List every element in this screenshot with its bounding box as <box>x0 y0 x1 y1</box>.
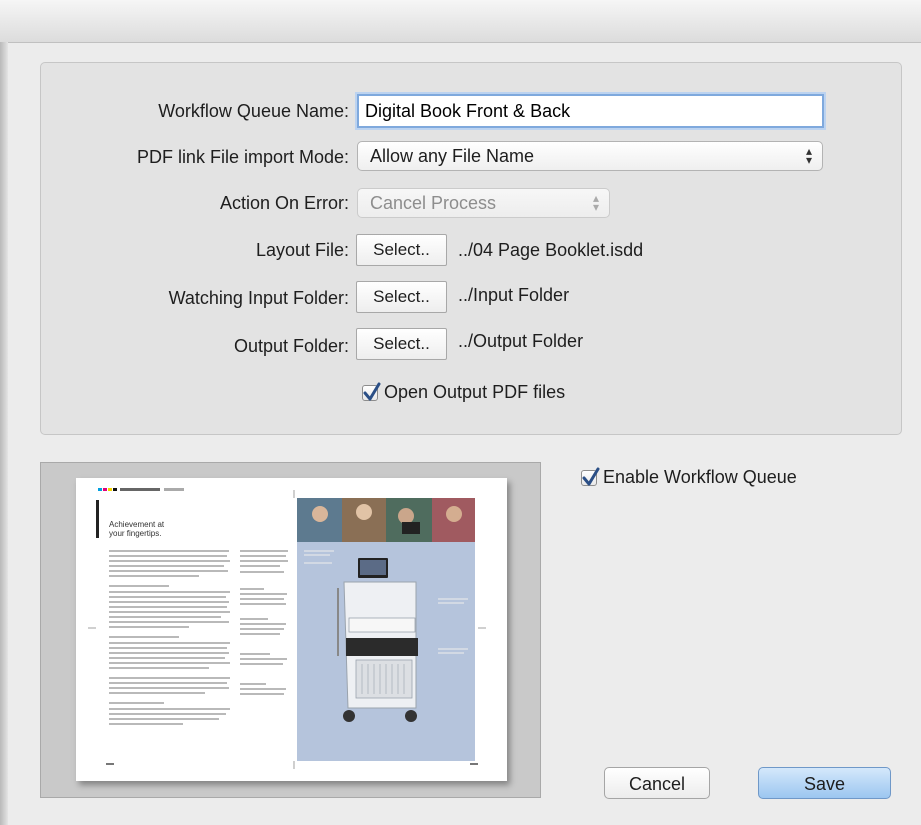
input-folder-label: Watching Input Folder: <box>168 288 349 308</box>
window-titlebar <box>0 0 921 43</box>
import-mode-value: Allow any File Name <box>370 146 535 166</box>
open-output-label: Open Output PDF files <box>384 382 566 402</box>
queue-name-input[interactable] <box>357 94 824 128</box>
window-edge <box>0 42 8 825</box>
enable-queue-label: Enable Workflow Queue <box>603 467 797 487</box>
preview-heading-line1: Achievement at <box>109 520 165 529</box>
import-mode-select[interactable]: Allow any File Name ▴ ▾ <box>357 141 823 171</box>
layout-file-path: ../04 Page Booklet.isdd <box>458 240 644 260</box>
input-folder-select-button[interactable]: Select.. <box>356 281 447 313</box>
action-on-error-value: Cancel Process <box>370 193 497 213</box>
checkmark-icon <box>582 467 600 485</box>
layout-file-select-button[interactable]: Select.. <box>356 234 447 266</box>
output-folder-select-button[interactable]: Select.. <box>356 328 447 360</box>
import-mode-label: PDF link File import Mode: <box>136 147 349 167</box>
preview-sheet: Achievement at your fingertips. <box>76 478 507 781</box>
open-output-checkbox-row[interactable]: Open Output PDF files <box>362 382 565 403</box>
layout-file-label: Layout File: <box>255 240 349 260</box>
action-on-error-label: Action On Error: <box>219 193 349 213</box>
queue-name-label: Workflow Queue Name: <box>158 101 349 121</box>
cancel-button[interactable]: Cancel <box>604 767 710 799</box>
checkmark-icon <box>363 382 381 400</box>
save-button[interactable]: Save <box>758 767 891 799</box>
enable-queue-checkbox-row[interactable]: Enable Workflow Queue <box>581 467 797 488</box>
open-output-checkbox[interactable] <box>362 382 381 401</box>
output-folder-path: ../Output Folder <box>458 331 584 351</box>
up-down-arrows-icon: ▴ ▾ <box>592 191 599 214</box>
action-on-error-select[interactable]: Cancel Process ▴ ▾ <box>357 188 610 218</box>
input-folder-path: ../Input Folder <box>458 285 570 305</box>
preview-heading: Achievement at your fingertips. <box>109 520 164 538</box>
output-folder-label: Output Folder: <box>233 336 349 356</box>
layout-preview: Achievement at your fingertips. <box>40 462 541 798</box>
enable-queue-checkbox[interactable] <box>581 467 600 486</box>
preview-heading-line2: your fingertips. <box>109 529 162 538</box>
up-down-arrows-icon: ▴ ▾ <box>805 144 812 167</box>
